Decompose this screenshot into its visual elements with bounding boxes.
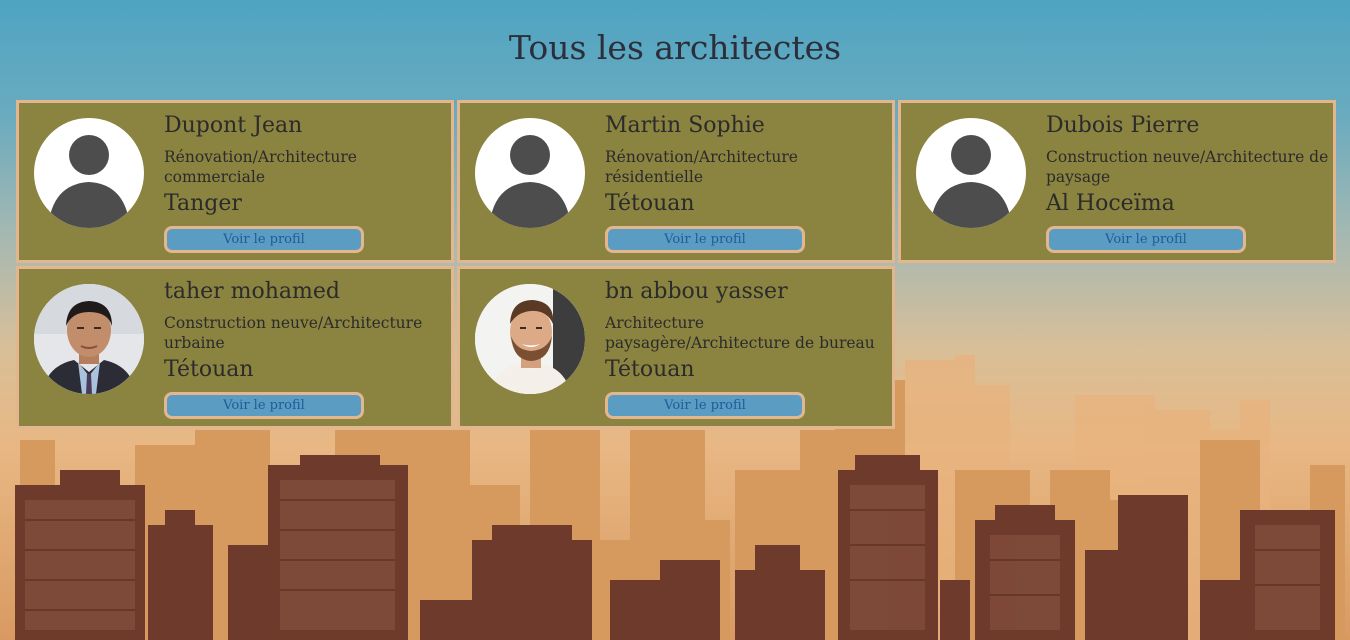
view-profile-button[interactable]: Voir le profil: [1046, 226, 1246, 253]
architect-name: taher mohamed: [164, 279, 341, 304]
architect-name: bn abbou yasser: [605, 279, 788, 304]
architect-city: Tétouan: [605, 357, 695, 382]
architect-info: Martin Sophie Rénovation/Architecture ré…: [605, 113, 888, 217]
view-profile-button[interactable]: Voir le profil: [164, 226, 364, 253]
architect-name: Dubois Pierre: [1046, 113, 1200, 138]
architect-city: Tanger: [164, 191, 242, 216]
architect-info: Dupont Jean Rénovation/Architecture comm…: [164, 113, 447, 217]
architect-card: Dupont Jean Rénovation/Architecture comm…: [16, 100, 454, 263]
architect-name: Martin Sophie: [605, 113, 765, 138]
architect-card: Dubois Pierre Construction neuve/Archite…: [898, 100, 1336, 263]
view-profile-button[interactable]: Voir le profil: [164, 392, 364, 419]
architect-name: Dupont Jean: [164, 113, 303, 138]
architect-specialty: Construction neuve/Architecture de paysa…: [1046, 148, 1329, 186]
architect-city: Tétouan: [605, 191, 695, 216]
architect-specialty: Rénovation/Architecture résidentielle: [605, 148, 798, 186]
architect-card: taher mohamed Construction neuve/Archite…: [16, 266, 454, 429]
default-person-icon: [34, 118, 144, 228]
architect-specialty: Rénovation/Architecture commerciale: [164, 148, 357, 186]
page-title: Tous les architectes: [508, 28, 842, 67]
default-person-icon: [475, 118, 585, 228]
profile-photo: [34, 284, 144, 394]
architect-info: bn abbou yasser Architecture paysagère/A…: [605, 279, 888, 383]
view-profile-button[interactable]: Voir le profil: [605, 226, 805, 253]
default-person-icon: [916, 118, 1026, 228]
architect-city: Tétouan: [164, 357, 254, 382]
profile-photo: [475, 284, 585, 394]
architect-specialty: Architecture paysagère/Architecture de b…: [605, 314, 875, 352]
architect-city: Al Hoceïma: [1046, 191, 1175, 216]
architect-info: Dubois Pierre Construction neuve/Archite…: [1046, 113, 1329, 217]
view-profile-button[interactable]: Voir le profil: [605, 392, 805, 419]
architect-card: Martin Sophie Rénovation/Architecture ré…: [457, 100, 895, 263]
architect-card: bn abbou yasser Architecture paysagère/A…: [457, 266, 895, 429]
architect-info: taher mohamed Construction neuve/Archite…: [164, 279, 447, 383]
architect-specialty: Construction neuve/Architecture urbaine: [164, 314, 423, 352]
architect-card-grid: Dupont Jean Rénovation/Architecture comm…: [16, 100, 1336, 429]
